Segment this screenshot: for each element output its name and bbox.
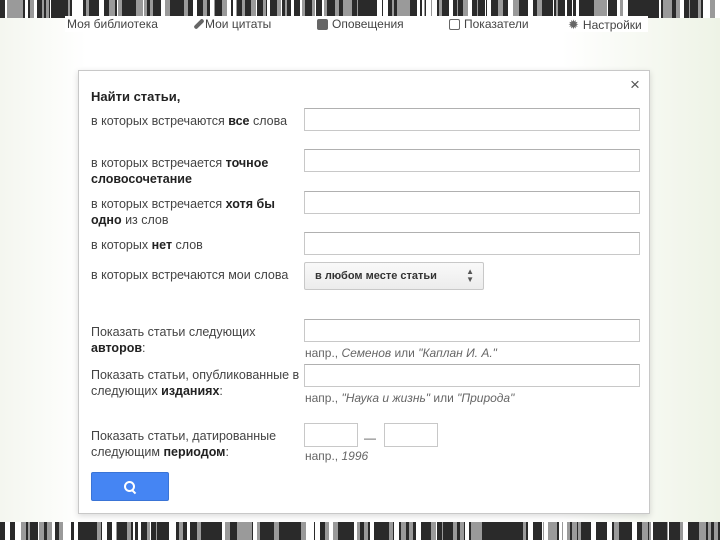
date-range-hint: напр., 1996 <box>305 449 369 463</box>
word-location-select[interactable]: в любом месте статьи ▲ ▼ <box>304 262 484 290</box>
envelope-icon <box>317 18 328 30</box>
none-words-input[interactable] <box>304 232 640 255</box>
nav-my-citations-label: Мои цитаты <box>205 17 272 31</box>
nav-alerts[interactable]: Оповещения <box>317 17 404 31</box>
publications-hint: напр., "Наука и жизнь" или "Природа" <box>305 391 515 405</box>
top-navigation: Моя библиотека Мои цитаты Оповещения Пок… <box>65 16 648 32</box>
chart-icon <box>449 18 460 30</box>
word-location-label: в которых встречаются мои слова <box>91 268 289 282</box>
bottom-decorative-strip <box>0 522 720 540</box>
exact-phrase-label: в которых встречается точное словосочета… <box>91 156 269 186</box>
close-icon[interactable]: × <box>627 76 643 93</box>
word-location-selected: в любом месте статьи <box>315 270 437 282</box>
publications-label: Показать статьи, опубликованные в следую… <box>91 368 300 398</box>
authors-hint: напр., Семенов или "Каплан И. А." <box>305 346 497 360</box>
publications-input[interactable] <box>304 364 640 387</box>
advanced-search-dialog: × Найти статьи, в которых встречаются вс… <box>78 70 650 514</box>
authors-label: Показать статьи следующих авторов: <box>91 325 256 355</box>
authors-input[interactable] <box>304 319 640 342</box>
none-words-label: в которых нет слов <box>91 238 203 252</box>
date-to-input[interactable] <box>384 423 438 447</box>
date-range-label: Показать статьи, датированные следующим … <box>91 429 277 459</box>
select-arrows-icon: ▲ ▼ <box>466 267 474 284</box>
search-icon <box>124 480 137 494</box>
gear-icon: ✹ <box>568 17 579 32</box>
pencil-icon <box>193 18 205 30</box>
nav-settings-label: Настройки <box>582 18 642 32</box>
nav-settings[interactable]: ✹ Настройки <box>568 17 642 32</box>
exact-phrase-input[interactable] <box>304 149 640 172</box>
all-words-label: в которых встречаются все слова <box>91 114 288 128</box>
nav-metrics[interactable]: Показатели <box>449 17 529 31</box>
search-button[interactable] <box>91 472 169 501</box>
all-words-input[interactable] <box>304 108 640 131</box>
date-from-input[interactable] <box>304 423 358 447</box>
any-words-input[interactable] <box>304 191 640 214</box>
nav-metrics-label: Показатели <box>464 17 529 31</box>
dialog-title: Найти статьи, <box>91 89 181 104</box>
nav-my-library[interactable]: Моя библиотека <box>67 17 158 31</box>
date-separator: — <box>364 431 376 445</box>
nav-my-citations[interactable]: Мои цитаты <box>193 17 272 31</box>
nav-my-library-label: Моя библиотека <box>67 17 158 31</box>
any-words-label: в которых встречается хотя бы одно из сл… <box>91 197 275 227</box>
nav-alerts-label: Оповещения <box>332 17 404 31</box>
